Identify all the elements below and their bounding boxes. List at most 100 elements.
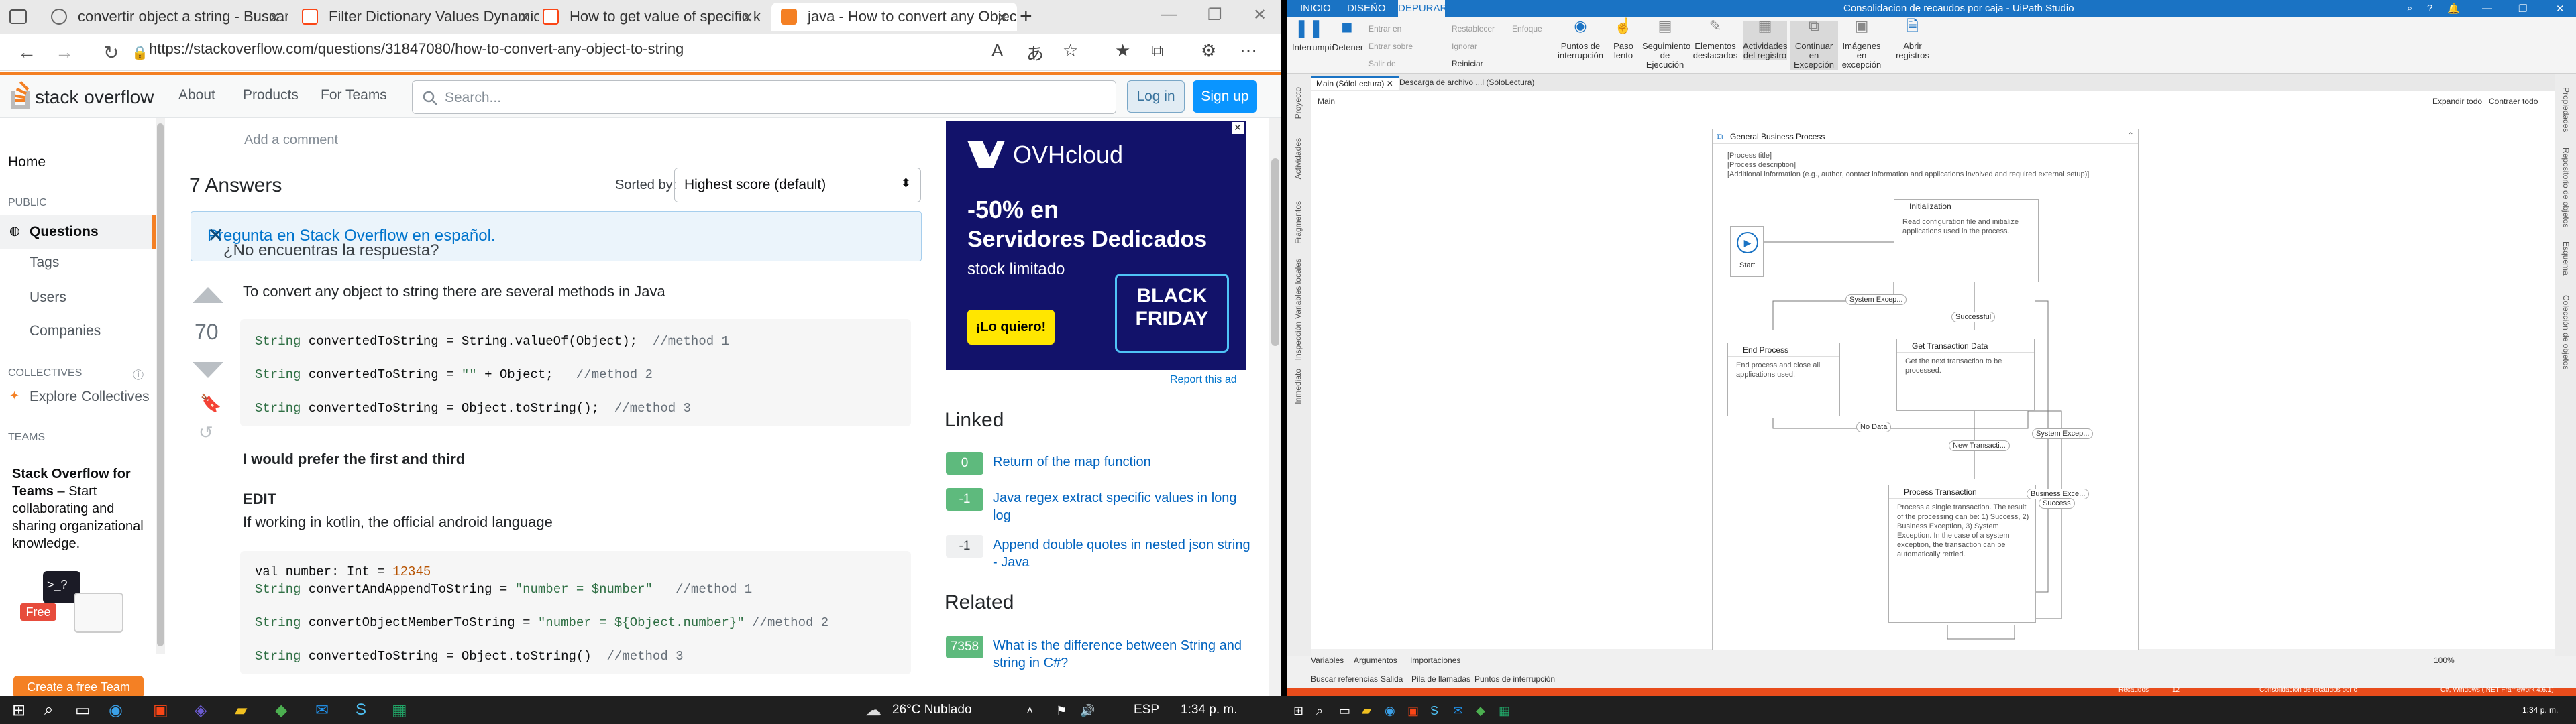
panel-propiedades[interactable]: Propiedades [2561, 87, 2571, 132]
sidebar-home[interactable]: Home [8, 154, 46, 170]
report-ad-link[interactable]: Report this ad [1170, 374, 1237, 386]
elementos-destacados-button[interactable]: ✎ Elementos destacados [1692, 19, 1739, 60]
entrar-en-button[interactable]: Entrar en [1368, 24, 1401, 34]
forward-icon[interactable]: → [55, 42, 74, 63]
enfoque-button[interactable]: Enfoque [1512, 24, 1542, 34]
tab-diseno[interactable]: DISEÑO [1347, 3, 1386, 14]
transition-label[interactable]: Success [2039, 498, 2075, 509]
tab-bing[interactable]: convertir object a string - Buscar ✕ [42, 3, 288, 31]
tab-uipath-forum-1[interactable]: Filter Dictionary Values Dynamic... ✕ [292, 3, 539, 31]
tab-inicio[interactable]: INICIO [1300, 3, 1331, 14]
favorite-add-icon[interactable]: ☆ [1063, 40, 1078, 61]
weather-text[interactable]: 26°C Nublado [892, 703, 972, 717]
related-link[interactable]: What is the difference between String an… [993, 637, 1254, 672]
sidebar-scrollbar[interactable] [156, 118, 165, 654]
uipath-icon[interactable]: ▣ [153, 701, 168, 720]
studio-icon[interactable]: S [1430, 704, 1438, 718]
read-aloud-icon[interactable]: A [991, 40, 1003, 61]
status-recaudos[interactable]: Recaudos [2118, 686, 2149, 694]
linked-link[interactable]: Java regex extract specific values in lo… [993, 489, 1254, 524]
maximize-button[interactable]: ❐ [2518, 3, 2527, 15]
refresh-icon[interactable]: ↻ [103, 42, 119, 64]
panel-esquema[interactable]: Esquema [2561, 241, 2571, 276]
panel-coleccion[interactable]: Colección de objetos [2561, 295, 2571, 369]
tab-argumentos[interactable]: Argumentos [1354, 656, 1397, 665]
assistant-icon[interactable]: ◆ [1476, 704, 1485, 718]
maximize-button[interactable]: ❐ [1208, 5, 1222, 25]
extensions-icon[interactable]: ⚙ [1201, 40, 1216, 61]
transition-label[interactable]: System Excep... [1845, 294, 1907, 305]
close-icon[interactable]: ✕ [268, 9, 280, 27]
favorites-icon[interactable]: ★ [1115, 40, 1130, 61]
search-icon[interactable]: ⌕ [1316, 704, 1323, 718]
transition-label[interactable]: System Excep... [2032, 428, 2094, 439]
interrumpir-button[interactable]: ❚❚ Interrumpir [1292, 19, 1334, 52]
panel-fragmentos[interactable]: Fragmentos [1293, 201, 1303, 244]
edge-icon[interactable]: ◉ [1385, 704, 1395, 718]
edge-icon[interactable]: ◉ [109, 701, 123, 720]
sidebar-companies[interactable]: Companies [30, 323, 101, 339]
status-project[interactable]: Consolidacion de recaudos por c [2259, 686, 2357, 694]
entrar-sobre-button[interactable]: Entrar sobre [1368, 42, 1413, 51]
translate-icon[interactable]: あ [1026, 40, 1044, 65]
state-initialization[interactable]: Initialization Read configuration file an… [1894, 199, 2039, 282]
paso-lento-button[interactable]: ☝ Paso lento [1609, 19, 1638, 60]
login-button[interactable]: Log in [1127, 80, 1185, 113]
minimize-button[interactable]: — [1161, 5, 1177, 24]
imagenes-excepcion-button[interactable]: ▣ Imágenes en excepción [1841, 19, 1882, 70]
network-icon[interactable]: ⚑ [1056, 704, 1067, 718]
minimize-button[interactable]: — [2482, 3, 2492, 14]
collections-icon[interactable]: ⧉ [1151, 40, 1164, 62]
tab-depurar[interactable]: DEPURAR [1398, 0, 1447, 17]
close-icon[interactable]: ✕ [207, 224, 905, 247]
downvote-button[interactable] [191, 359, 225, 379]
doc-tab-main[interactable]: Main (SóloLectura) ✕ [1311, 76, 1399, 90]
sidebar-item-questions[interactable]: ◍ Questions [0, 215, 156, 249]
app-icon[interactable]: ◈ [195, 701, 207, 720]
tray-chevron-icon[interactable]: ˄ [1026, 704, 1034, 718]
breadcrumb[interactable]: Main [1318, 97, 1335, 106]
status-changes[interactable]: 12 [2172, 686, 2180, 694]
tab-uipath-forum-2[interactable]: How to get value of specific key ✕ [533, 3, 761, 31]
close-icon[interactable]: ✕ [741, 9, 753, 27]
start-icon[interactable]: ⊞ [12, 701, 25, 720]
url-field[interactable]: https://stackoverflow.com/questions/3184… [149, 40, 684, 58]
tab-salida[interactable]: Salida [1381, 674, 1403, 684]
linked-link[interactable]: Append double quotes in nested json stri… [993, 536, 1254, 571]
expand-all-link[interactable]: Expandir todo [2432, 97, 2482, 106]
panel-repositorio[interactable]: Repositorio de objetos [2561, 147, 2571, 227]
nav-products[interactable]: Products [243, 87, 299, 103]
tab-puntos-interrupcion[interactable]: Puntos de interrupción [1474, 674, 1555, 684]
transition-label[interactable]: Successful [1951, 312, 1996, 322]
tab-buscar-referencias[interactable]: Buscar referencias [1311, 674, 1378, 684]
outlook-icon[interactable]: ✉ [1453, 704, 1463, 718]
panel-inspeccion[interactable]: Inspección [1293, 322, 1303, 360]
restablecer-button[interactable]: Restablecer [1452, 24, 1495, 34]
studio-icon[interactable]: S [356, 701, 366, 719]
signup-button[interactable]: Sign up [1193, 80, 1257, 113]
close-icon[interactable]: ✕ [519, 9, 531, 27]
close-window-button[interactable]: ✕ [1253, 5, 1267, 25]
bookmark-icon[interactable]: 🔖 [200, 393, 221, 414]
sidebar-explore-collectives[interactable]: Explore Collectives [30, 389, 150, 405]
outlook-icon[interactable]: ✉ [315, 701, 329, 720]
info-icon[interactable]: ⓘ [133, 366, 144, 382]
file-explorer-icon[interactable]: ▰ [235, 701, 247, 720]
puntos-interrupcion-button[interactable]: ◉ Puntos de interrupción [1555, 19, 1606, 60]
sidebar-users[interactable]: Users [30, 290, 66, 306]
state-process-transaction[interactable]: Process Transaction Process a single tran… [1888, 485, 2036, 623]
state-end-process[interactable]: End Process End process and close all app… [1727, 343, 1840, 416]
lock-icon[interactable]: 🔒 [131, 44, 148, 61]
tab-importaciones[interactable]: Importaciones [1410, 656, 1460, 665]
more-icon[interactable]: ⋯ [1240, 40, 1257, 61]
close-icon[interactable]: ✕ [997, 9, 1009, 27]
transition-label[interactable]: New Transacti... [1949, 440, 2010, 451]
tab-stackoverflow[interactable]: java - How to convert any Objec ✕ [771, 3, 1017, 31]
back-icon[interactable]: ← [17, 42, 36, 63]
ad-cta-button[interactable]: ¡Lo quiero! [967, 310, 1055, 345]
excel-icon[interactable]: ▦ [392, 701, 407, 720]
tab-pila-llamadas[interactable]: Pila de llamadas [1411, 674, 1470, 684]
panel-inmediato[interactable]: Inmediato [1293, 369, 1303, 404]
linked-link[interactable]: Return of the map function [993, 453, 1254, 471]
actividades-registro-button[interactable]: ▦ Actividades del registro [1743, 19, 1787, 60]
